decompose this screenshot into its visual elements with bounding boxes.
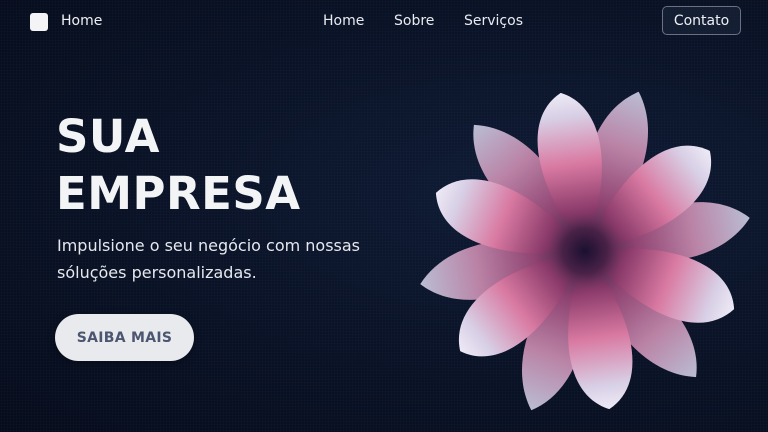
brand-name[interactable]: Home: [61, 13, 102, 29]
hero-subtitle-line: Impulsione o seu negócio com nossas: [57, 236, 361, 255]
logo-icon[interactable]: [30, 13, 48, 31]
nav-link-sobre[interactable]: Sobre: [394, 13, 434, 29]
nav-link-servicos[interactable]: Serviços: [464, 13, 523, 29]
hero-title: SUA EMPRESA: [56, 108, 301, 222]
nav-link-home[interactable]: Home: [323, 13, 364, 29]
hero-subtitle-line: sóluções personalizadas.: [57, 263, 257, 282]
top-navigation: Home Home Sobre Serviços Contato: [0, 0, 768, 44]
saiba-mais-button[interactable]: SAIBA MAIS: [55, 314, 194, 361]
hero-title-line: EMPRESA: [56, 167, 301, 220]
flower-illustration: [420, 91, 750, 411]
hero-subtitle: Impulsione o seu negócio com nossas sólu…: [57, 232, 377, 286]
hero-title-line: SUA: [56, 110, 160, 163]
flower-center: [547, 213, 623, 289]
contact-button[interactable]: Contato: [662, 6, 741, 35]
